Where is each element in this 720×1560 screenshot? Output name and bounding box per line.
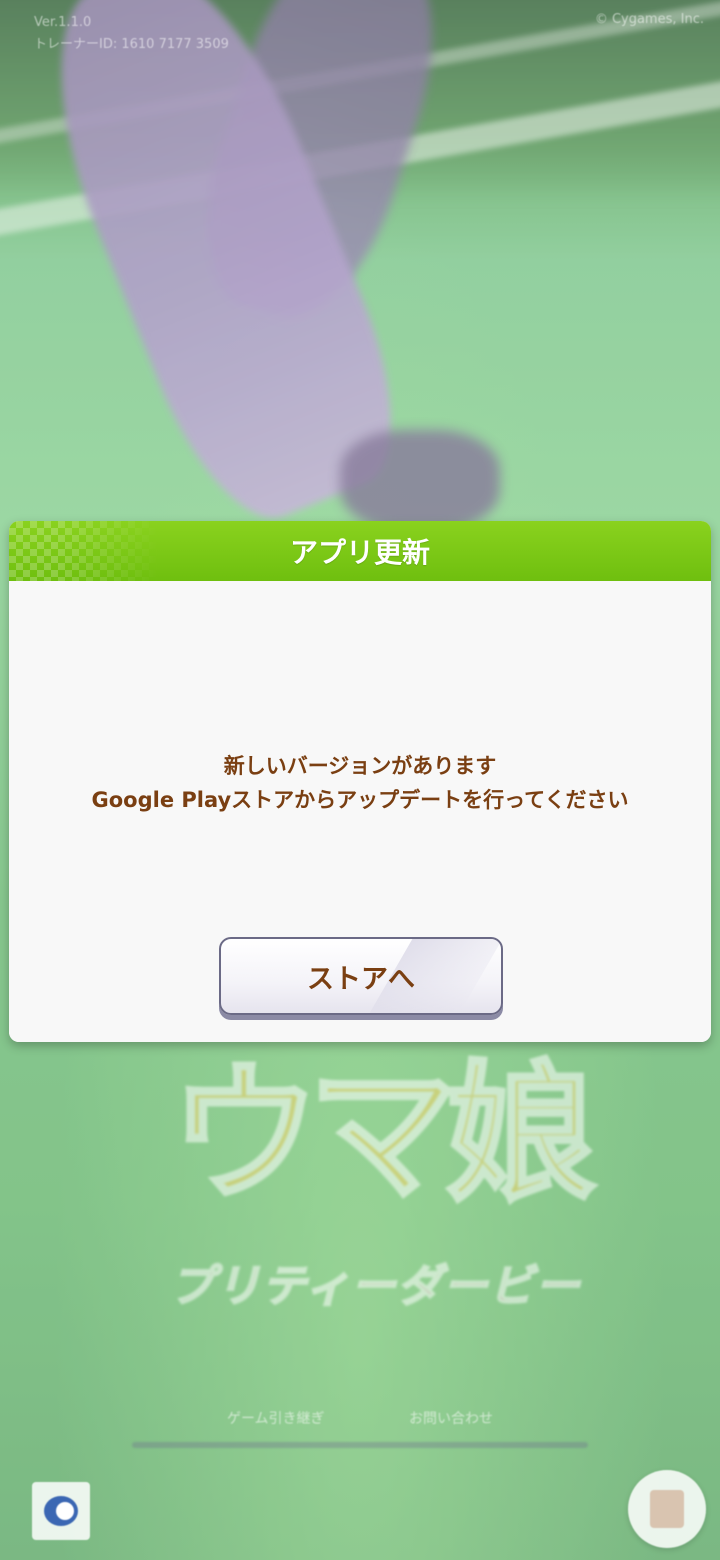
data-transfer-link[interactable]: ゲーム引き継ぎ: [227, 1411, 325, 1427]
menu-icon[interactable]: [628, 1470, 706, 1548]
cygames-icon[interactable]: [32, 1482, 90, 1540]
logo-sub-text: プリティーダービー: [169, 1260, 582, 1313]
game-logo: ウマ娘 プリティーダービー: [130, 1040, 598, 1340]
dialog-body: 新しいバージョンがあります Google Playストアからアップデートを行って…: [9, 581, 711, 1042]
version-info: Ver.1.1.0 トレーナーID: 1610 7177 3509: [34, 12, 229, 56]
logo-main-text: ウマ娘: [168, 1046, 598, 1224]
dialog-title: アプリ更新: [289, 536, 430, 569]
store-button[interactable]: ストアへ: [219, 937, 503, 1015]
contact-link[interactable]: お問い合わせ: [409, 1411, 493, 1427]
trainer-id-text: トレーナーID: 1610 7177 3509: [34, 37, 229, 52]
version-text: Ver.1.1.0: [34, 15, 92, 30]
store-button-label: ストアへ: [307, 963, 415, 995]
app-update-dialog: アプリ更新 新しいバージョンがあります Google Playストアからアップデ…: [9, 521, 711, 1042]
message-line-2: Google Playストアからアップデートを行ってください: [91, 788, 629, 812]
header-pattern: [9, 521, 159, 581]
update-message: 新しいバージョンがあります Google Playストアからアップデートを行って…: [9, 749, 711, 817]
dialog-header: アプリ更新: [9, 521, 711, 581]
menu-icon-glyph: [650, 1490, 684, 1528]
copyright-text: © Cygames, Inc.: [594, 12, 704, 27]
footer-links: ゲーム引き継ぎ お問い合わせ: [0, 1408, 720, 1428]
footer-divider: [132, 1442, 588, 1448]
message-line-1: 新しいバージョンがあります: [223, 754, 497, 778]
cygames-logo-mark: [44, 1496, 78, 1526]
